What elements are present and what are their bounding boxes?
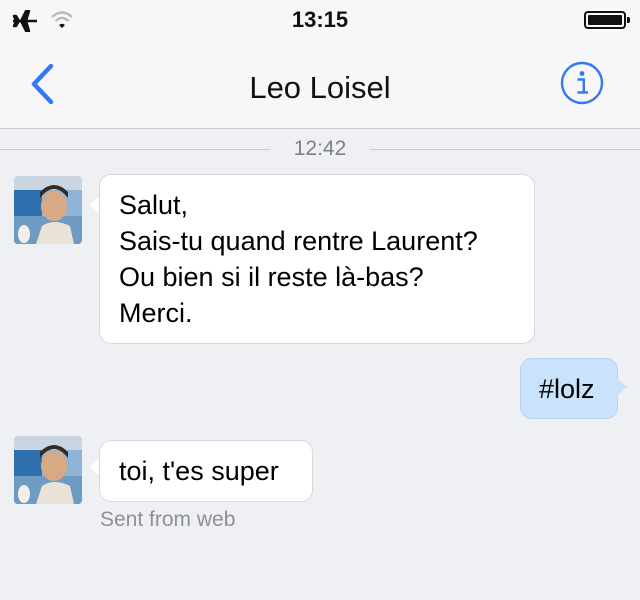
top-bar: 13:15 Leo Loisel (0, 0, 640, 129)
message-bubble-incoming[interactable]: toi, t'es super (99, 440, 313, 502)
avatar-photo (14, 176, 82, 244)
message-text: #lolz (539, 374, 595, 404)
message-bubble-outgoing[interactable]: #lolz (520, 358, 618, 419)
message-text-line: Sais-tu quand rentre Laurent? (119, 226, 478, 256)
message-text-line: Salut, (119, 190, 189, 220)
separator-line-right (370, 149, 640, 150)
message-text-line: Ou bien si il reste là-bas? (119, 262, 424, 292)
message-text-line: Merci. (119, 298, 193, 328)
status-time: 13:15 (291, 7, 349, 32)
sent-from-web-note: Sent from web (100, 508, 236, 531)
bubble-tail (617, 378, 627, 396)
message-text: toi, t'es super (119, 456, 279, 486)
conversation-title: Leo Loisel (249, 70, 391, 105)
info-button[interactable] (560, 61, 604, 105)
avatar[interactable] (14, 436, 82, 504)
info-icon (560, 61, 604, 105)
message-bubble-incoming[interactable]: Salut, Sais-tu quand rentre Laurent? Ou … (99, 174, 535, 344)
avatar-photo (14, 436, 82, 504)
avatar[interactable] (14, 176, 82, 244)
status-bar: 13:15 (0, 0, 640, 40)
battery-icon (584, 11, 630, 29)
